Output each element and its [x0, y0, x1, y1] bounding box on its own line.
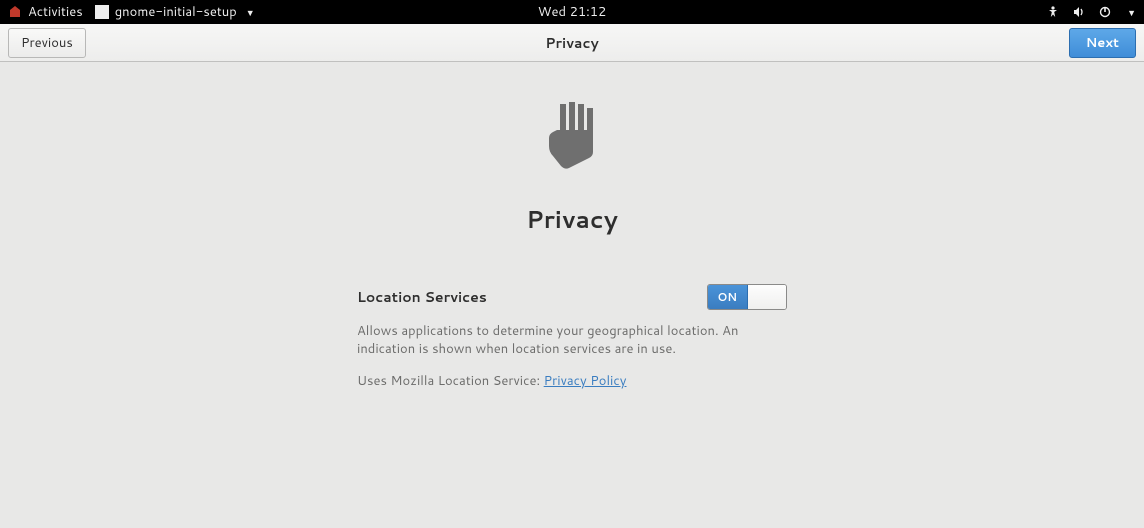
- chevron-down-icon: ▼: [246, 6, 255, 19]
- provider-text: Uses Mozilla Location Service:: [357, 372, 544, 390]
- system-status-area[interactable]: ▼: [1046, 5, 1136, 19]
- location-provider-line: Uses Mozilla Location Service: Privacy P…: [357, 372, 787, 390]
- top-bar: Activities gnome-initial-setup ▼ Wed 21:…: [0, 0, 1144, 24]
- clock[interactable]: Wed 21:12: [538, 3, 606, 21]
- main-content: Privacy Location Services ON Allows appl…: [0, 62, 1144, 390]
- page-title: Privacy: [526, 202, 618, 236]
- location-services-row: Location Services ON: [357, 284, 787, 310]
- switch-knob: [748, 285, 787, 309]
- settings-group: Location Services ON Allows applications…: [357, 284, 787, 390]
- location-services-description: Allows applications to determine your ge…: [357, 322, 787, 358]
- header-bar: Previous Privacy Next: [0, 24, 1144, 62]
- top-bar-left: Activities gnome-initial-setup ▼: [8, 3, 255, 21]
- switch-on-label: ON: [708, 285, 748, 309]
- chevron-down-icon: ▼: [1127, 6, 1136, 19]
- location-services-label: Location Services: [357, 287, 487, 307]
- app-menu-label: gnome-initial-setup: [115, 3, 237, 21]
- privacy-policy-link[interactable]: Privacy Policy: [544, 372, 627, 390]
- activities-label: Activities: [28, 3, 83, 21]
- volume-icon: [1072, 5, 1086, 19]
- activities-icon: [8, 5, 22, 19]
- app-menu-icon: [95, 5, 109, 19]
- header-title: Privacy: [545, 33, 599, 53]
- previous-button[interactable]: Previous: [8, 28, 86, 58]
- app-menu[interactable]: gnome-initial-setup ▼: [95, 3, 255, 21]
- location-services-switch[interactable]: ON: [707, 284, 787, 310]
- activities-button[interactable]: Activities: [8, 3, 83, 21]
- next-button[interactable]: Next: [1069, 28, 1136, 58]
- accessibility-icon: [1046, 5, 1060, 19]
- privacy-icon: [527, 96, 617, 192]
- power-icon: [1098, 5, 1112, 19]
